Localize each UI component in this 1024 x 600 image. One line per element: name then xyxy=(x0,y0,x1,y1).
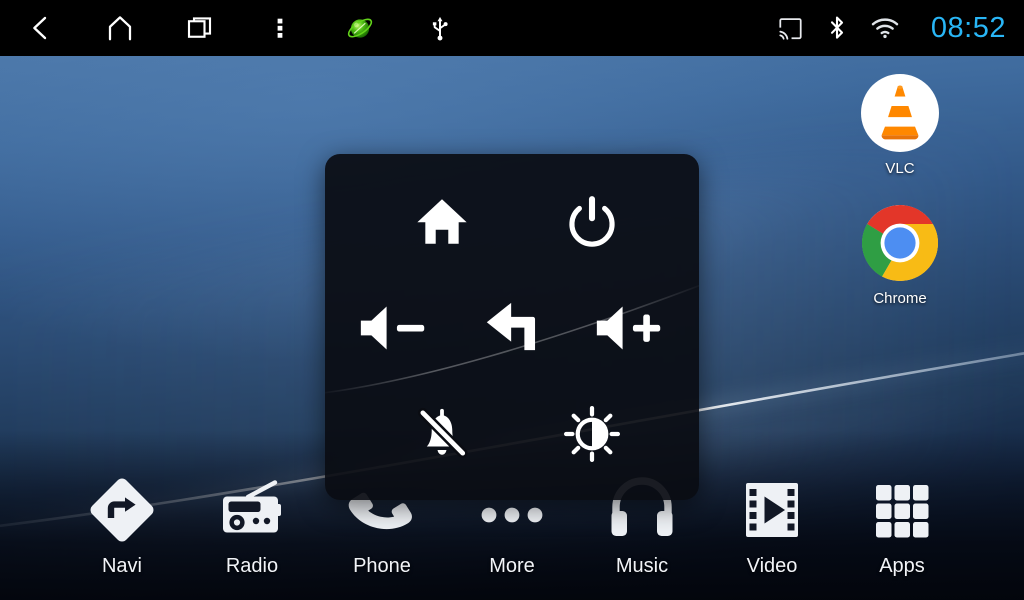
status-back-button[interactable] xyxy=(0,0,80,56)
dock-item-navi[interactable]: Navi xyxy=(57,473,187,578)
shortcut-label: VLC xyxy=(885,160,915,177)
status-usb-indicator xyxy=(400,0,480,56)
radio-icon xyxy=(187,473,317,547)
popup-volume-up-button[interactable] xyxy=(575,282,685,374)
chrome-logo-icon xyxy=(860,203,940,283)
power-icon xyxy=(569,196,615,247)
bluetooth-icon xyxy=(830,16,843,39)
bell-mute-icon xyxy=(417,407,468,459)
more-vertical-icon xyxy=(277,18,283,38)
usb-icon xyxy=(432,16,448,41)
popup-mute-button[interactable] xyxy=(372,386,512,482)
popup-home-button[interactable] xyxy=(372,174,512,270)
wifi-icon xyxy=(871,18,899,39)
popup-volume-down-button[interactable] xyxy=(339,282,449,374)
dock-item-label: Video xyxy=(746,555,798,577)
apps-grid-icon xyxy=(837,473,967,547)
vlc-cone-icon xyxy=(860,73,940,153)
volume-down-icon xyxy=(360,306,425,350)
dock-item-label: More xyxy=(489,555,535,577)
cast-screen-icon xyxy=(779,17,802,40)
home-solid-icon xyxy=(417,199,467,244)
volume-up-icon xyxy=(596,306,661,350)
back-arrow-icon xyxy=(486,302,536,351)
popup-brightness-button[interactable] xyxy=(522,386,662,482)
status-system-tray: 08:52 xyxy=(778,0,1024,56)
popup-back-button[interactable] xyxy=(457,282,567,374)
chevron-left-icon xyxy=(33,16,47,40)
status-recents-button[interactable] xyxy=(160,0,240,56)
dock-item-label: Apps xyxy=(879,555,925,577)
dock-item-label: Navi xyxy=(101,555,142,577)
status-home-button[interactable] xyxy=(80,0,160,56)
film-play-icon xyxy=(707,473,837,547)
dock-item-label: Radio xyxy=(225,555,279,577)
popup-power-button[interactable] xyxy=(522,174,662,270)
gps-satellite-icon xyxy=(347,18,373,38)
shortcut-vlc[interactable]: VLC xyxy=(845,73,955,177)
home-outline-icon xyxy=(108,16,132,41)
quick-control-popup xyxy=(325,154,699,500)
shortcut-label: Chrome xyxy=(873,290,927,307)
status-bar: 08:52 xyxy=(0,0,1024,56)
dock-item-apps[interactable]: Apps xyxy=(837,473,967,578)
recent-apps-icon xyxy=(187,17,212,38)
status-clock: 08:52 xyxy=(930,11,1006,44)
dock-item-label: Music xyxy=(615,555,669,577)
dock-item-video[interactable]: Video xyxy=(707,473,837,578)
dock-item-label: Phone xyxy=(353,555,411,577)
status-overflow-button[interactable] xyxy=(240,0,320,56)
brightness-icon xyxy=(564,406,620,462)
dock-item-radio[interactable]: Radio xyxy=(187,473,317,578)
navi-turn-arrow-icon xyxy=(57,473,187,547)
status-gps-indicator xyxy=(320,0,400,56)
shortcut-chrome[interactable]: Chrome xyxy=(845,203,955,307)
